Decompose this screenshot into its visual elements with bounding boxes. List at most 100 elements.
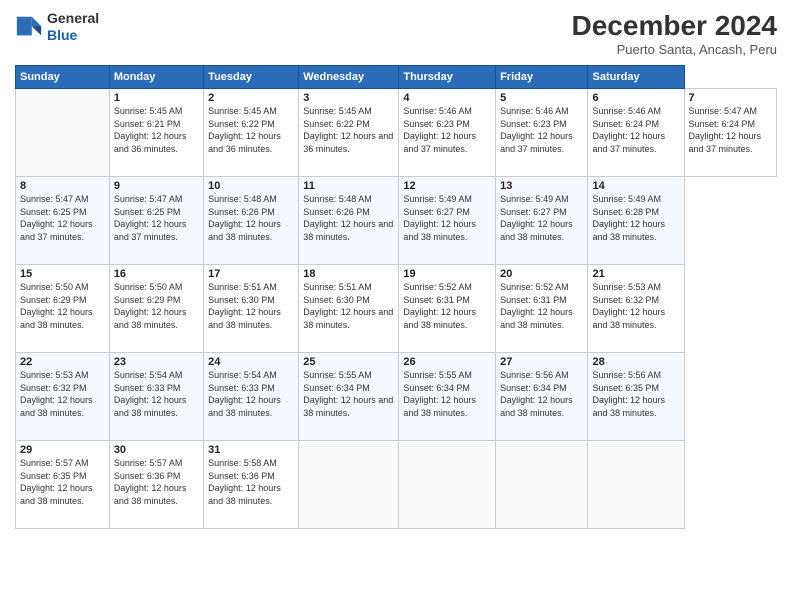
day-number: 29	[20, 444, 105, 456]
calendar: SundayMondayTuesdayWednesdayThursdayFrid…	[15, 65, 777, 529]
day-number: 19	[403, 268, 491, 280]
day-info: Sunrise: 5:51 AMSunset: 6:30 PMDaylight:…	[208, 281, 294, 331]
day-number: 5	[500, 92, 583, 104]
day-number: 12	[403, 180, 491, 192]
day-number: 4	[403, 92, 491, 104]
day-info: Sunrise: 5:48 AMSunset: 6:26 PMDaylight:…	[208, 193, 294, 243]
calendar-cell: 21Sunrise: 5:53 AMSunset: 6:32 PMDayligh…	[588, 265, 684, 353]
calendar-cell	[496, 441, 588, 529]
day-info: Sunrise: 5:46 AMSunset: 6:24 PMDaylight:…	[592, 105, 679, 155]
calendar-cell: 3Sunrise: 5:45 AMSunset: 6:22 PMDaylight…	[299, 89, 399, 177]
day-info: Sunrise: 5:53 AMSunset: 6:32 PMDaylight:…	[20, 369, 105, 419]
day-number: 7	[689, 92, 773, 104]
subtitle: Puerto Santa, Ancash, Peru	[572, 42, 777, 57]
day-number: 22	[20, 356, 105, 368]
calendar-cell: 30Sunrise: 5:57 AMSunset: 6:36 PMDayligh…	[109, 441, 203, 529]
calendar-cell: 15Sunrise: 5:50 AMSunset: 6:29 PMDayligh…	[16, 265, 110, 353]
day-number: 20	[500, 268, 583, 280]
logo-icon	[15, 13, 43, 41]
day-info: Sunrise: 5:54 AMSunset: 6:33 PMDaylight:…	[114, 369, 199, 419]
day-info: Sunrise: 5:54 AMSunset: 6:33 PMDaylight:…	[208, 369, 294, 419]
day-header-thursday: Thursday	[399, 66, 496, 89]
calendar-cell: 10Sunrise: 5:48 AMSunset: 6:26 PMDayligh…	[204, 177, 299, 265]
day-info: Sunrise: 5:49 AMSunset: 6:28 PMDaylight:…	[592, 193, 679, 243]
calendar-cell: 22Sunrise: 5:53 AMSunset: 6:32 PMDayligh…	[16, 353, 110, 441]
day-number: 6	[592, 92, 679, 104]
day-info: Sunrise: 5:56 AMSunset: 6:34 PMDaylight:…	[500, 369, 583, 419]
logo: General Blue	[15, 10, 99, 44]
day-info: Sunrise: 5:57 AMSunset: 6:35 PMDaylight:…	[20, 457, 105, 507]
day-number: 9	[114, 180, 199, 192]
day-info: Sunrise: 5:47 AMSunset: 6:24 PMDaylight:…	[689, 105, 773, 155]
day-info: Sunrise: 5:45 AMSunset: 6:22 PMDaylight:…	[208, 105, 294, 155]
calendar-cell	[588, 441, 684, 529]
calendar-cell: 14Sunrise: 5:49 AMSunset: 6:28 PMDayligh…	[588, 177, 684, 265]
day-header-tuesday: Tuesday	[204, 66, 299, 89]
calendar-cell: 4Sunrise: 5:46 AMSunset: 6:23 PMDaylight…	[399, 89, 496, 177]
calendar-cell: 13Sunrise: 5:49 AMSunset: 6:27 PMDayligh…	[496, 177, 588, 265]
week-row-4: 29Sunrise: 5:57 AMSunset: 6:35 PMDayligh…	[16, 441, 777, 529]
day-info: Sunrise: 5:47 AMSunset: 6:25 PMDaylight:…	[20, 193, 105, 243]
day-info: Sunrise: 5:49 AMSunset: 6:27 PMDaylight:…	[500, 193, 583, 243]
week-row-2: 15Sunrise: 5:50 AMSunset: 6:29 PMDayligh…	[16, 265, 777, 353]
day-number: 13	[500, 180, 583, 192]
day-number: 28	[592, 356, 679, 368]
calendar-cell: 23Sunrise: 5:54 AMSunset: 6:33 PMDayligh…	[109, 353, 203, 441]
calendar-cell: 27Sunrise: 5:56 AMSunset: 6:34 PMDayligh…	[496, 353, 588, 441]
day-number: 24	[208, 356, 294, 368]
calendar-cell: 16Sunrise: 5:50 AMSunset: 6:29 PMDayligh…	[109, 265, 203, 353]
calendar-cell: 17Sunrise: 5:51 AMSunset: 6:30 PMDayligh…	[204, 265, 299, 353]
calendar-cell: 24Sunrise: 5:54 AMSunset: 6:33 PMDayligh…	[204, 353, 299, 441]
calendar-cell: 26Sunrise: 5:55 AMSunset: 6:34 PMDayligh…	[399, 353, 496, 441]
calendar-cell: 29Sunrise: 5:57 AMSunset: 6:35 PMDayligh…	[16, 441, 110, 529]
title-area: December 2024 Puerto Santa, Ancash, Peru	[572, 10, 777, 57]
page: General Blue December 2024 Puerto Santa,…	[0, 0, 792, 612]
day-info: Sunrise: 5:45 AMSunset: 6:22 PMDaylight:…	[303, 105, 394, 155]
week-row-0: 1Sunrise: 5:45 AMSunset: 6:21 PMDaylight…	[16, 89, 777, 177]
day-number: 27	[500, 356, 583, 368]
day-number: 18	[303, 268, 394, 280]
day-info: Sunrise: 5:55 AMSunset: 6:34 PMDaylight:…	[303, 369, 394, 419]
calendar-cell	[399, 441, 496, 529]
day-info: Sunrise: 5:55 AMSunset: 6:34 PMDaylight:…	[403, 369, 491, 419]
day-header-monday: Monday	[109, 66, 203, 89]
day-number: 26	[403, 356, 491, 368]
logo-line1: General	[47, 10, 99, 27]
day-header-sunday: Sunday	[16, 66, 110, 89]
day-header-saturday: Saturday	[588, 66, 684, 89]
calendar-cell: 8Sunrise: 5:47 AMSunset: 6:25 PMDaylight…	[16, 177, 110, 265]
day-number: 21	[592, 268, 679, 280]
day-number: 30	[114, 444, 199, 456]
main-title: December 2024	[572, 10, 777, 42]
calendar-cell: 12Sunrise: 5:49 AMSunset: 6:27 PMDayligh…	[399, 177, 496, 265]
day-info: Sunrise: 5:51 AMSunset: 6:30 PMDaylight:…	[303, 281, 394, 331]
day-number: 25	[303, 356, 394, 368]
calendar-cell: 7Sunrise: 5:47 AMSunset: 6:24 PMDaylight…	[684, 89, 777, 177]
day-info: Sunrise: 5:58 AMSunset: 6:36 PMDaylight:…	[208, 457, 294, 507]
day-info: Sunrise: 5:52 AMSunset: 6:31 PMDaylight:…	[403, 281, 491, 331]
day-info: Sunrise: 5:50 AMSunset: 6:29 PMDaylight:…	[20, 281, 105, 331]
day-number: 23	[114, 356, 199, 368]
day-info: Sunrise: 5:46 AMSunset: 6:23 PMDaylight:…	[500, 105, 583, 155]
calendar-cell: 19Sunrise: 5:52 AMSunset: 6:31 PMDayligh…	[399, 265, 496, 353]
day-number: 3	[303, 92, 394, 104]
calendar-cell	[299, 441, 399, 529]
calendar-cell: 2Sunrise: 5:45 AMSunset: 6:22 PMDaylight…	[204, 89, 299, 177]
calendar-cell: 9Sunrise: 5:47 AMSunset: 6:25 PMDaylight…	[109, 177, 203, 265]
day-info: Sunrise: 5:53 AMSunset: 6:32 PMDaylight:…	[592, 281, 679, 331]
day-number: 10	[208, 180, 294, 192]
day-info: Sunrise: 5:46 AMSunset: 6:23 PMDaylight:…	[403, 105, 491, 155]
day-info: Sunrise: 5:56 AMSunset: 6:35 PMDaylight:…	[592, 369, 679, 419]
calendar-cell: 28Sunrise: 5:56 AMSunset: 6:35 PMDayligh…	[588, 353, 684, 441]
logo-text: General Blue	[47, 10, 99, 44]
calendar-cell: 20Sunrise: 5:52 AMSunset: 6:31 PMDayligh…	[496, 265, 588, 353]
day-number: 14	[592, 180, 679, 192]
header: General Blue December 2024 Puerto Santa,…	[15, 10, 777, 57]
day-number: 2	[208, 92, 294, 104]
week-row-3: 22Sunrise: 5:53 AMSunset: 6:32 PMDayligh…	[16, 353, 777, 441]
day-number: 31	[208, 444, 294, 456]
day-info: Sunrise: 5:48 AMSunset: 6:26 PMDaylight:…	[303, 193, 394, 243]
day-number: 17	[208, 268, 294, 280]
day-number: 11	[303, 180, 394, 192]
calendar-cell: 11Sunrise: 5:48 AMSunset: 6:26 PMDayligh…	[299, 177, 399, 265]
